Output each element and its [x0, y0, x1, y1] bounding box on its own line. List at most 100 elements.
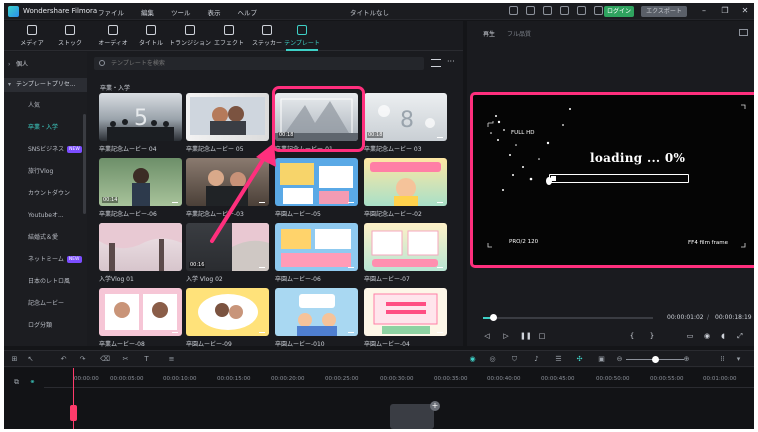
- info-icon[interactable]: [577, 6, 586, 15]
- download-icon[interactable]: [348, 262, 354, 268]
- text-tool-icon[interactable]: T: [142, 355, 151, 364]
- timeline[interactable]: ⧉ ⚭ 00:00:00 00:00:05:00 00:00:10:00 00:…: [4, 368, 754, 429]
- restore-icon[interactable]: ❐: [720, 6, 730, 16]
- tab-titles[interactable]: タイトル: [129, 25, 173, 47]
- marker-icon[interactable]: ▣: [597, 355, 606, 364]
- template-search[interactable]: [94, 57, 424, 70]
- pause-icon[interactable]: ❚❚: [520, 332, 532, 340]
- step-back-icon[interactable]: ◁: [483, 332, 491, 340]
- sidebar-item-graduation[interactable]: 卒業・入学: [4, 121, 87, 135]
- record-icon[interactable]: ◎: [488, 355, 497, 364]
- select-tool-icon[interactable]: ↖: [26, 355, 35, 364]
- sidebar-item-popular[interactable]: 人気: [4, 99, 87, 113]
- tab-templates[interactable]: テンプレート: [280, 25, 324, 47]
- cut-icon[interactable]: ✂: [121, 355, 130, 364]
- sidebar-item-countdown[interactable]: カウントダウン: [4, 187, 87, 201]
- add-media-icon[interactable]: +: [430, 401, 440, 411]
- download-icon[interactable]: [259, 262, 265, 268]
- add-track-icon[interactable]: ⧉: [12, 378, 21, 387]
- sidebar-item-japanese-retro[interactable]: 日本のレトロ風: [4, 275, 87, 289]
- video-preview[interactable]: FULL HD PRO/2 120 FF4 film frame loading…: [470, 92, 754, 268]
- download-icon[interactable]: [437, 327, 443, 333]
- template-card[interactable]: 00:14 卒業記念ムービー-06: [99, 158, 182, 218]
- tab-transitions[interactable]: トランジション: [168, 25, 212, 47]
- menu-view[interactable]: 表示: [208, 7, 221, 17]
- sidebar-scrollbar[interactable]: [83, 114, 86, 214]
- export-button[interactable]: エクスポート: [641, 6, 687, 17]
- menu-file[interactable]: ファイル: [98, 7, 124, 17]
- template-card[interactable]: 卒園ムービー-010: [275, 288, 358, 348]
- delete-icon[interactable]: ⌫: [100, 355, 110, 364]
- download-icon[interactable]: [172, 197, 178, 203]
- sidebar-item-wedding[interactable]: 結婚式＆愛: [4, 231, 87, 245]
- download-icon[interactable]: [348, 197, 354, 203]
- render-icon[interactable]: ◉: [468, 355, 477, 364]
- camera-icon[interactable]: ◉: [703, 332, 711, 340]
- minimize-icon[interactable]: –: [699, 6, 709, 16]
- template-card[interactable]: 卒園ムービー-06: [275, 223, 358, 283]
- template-card[interactable]: 卒園ムービー-05: [275, 158, 358, 218]
- timeline-ruler[interactable]: 00:00:00 00:00:05:00 00:00:10:00 00:00:1…: [44, 374, 754, 388]
- play-icon[interactable]: ▷: [502, 332, 510, 340]
- grid-icon[interactable]: ⁞⁞: [718, 355, 727, 364]
- redo-icon[interactable]: ↷: [78, 355, 87, 364]
- playback-progress[interactable]: [483, 314, 653, 321]
- menu-edit[interactable]: 編集: [141, 7, 154, 17]
- template-card[interactable]: 卒園記念ムービー-02: [364, 158, 447, 218]
- zoom-in-icon[interactable]: ⊕: [682, 355, 691, 364]
- zoom-out-icon[interactable]: ⊖: [615, 355, 624, 364]
- more-tools-icon[interactable]: ≡: [167, 355, 176, 364]
- audio-mix-icon[interactable]: ☰: [554, 355, 563, 364]
- search-input[interactable]: [111, 58, 411, 69]
- sidebar-item-travel-vlog[interactable]: 旅行Vlog: [4, 165, 87, 179]
- download-icon[interactable]: [437, 197, 443, 203]
- menu-help[interactable]: ヘルプ: [238, 7, 258, 17]
- snapshot-icon[interactable]: [739, 29, 748, 36]
- more-options-icon[interactable]: ···: [447, 57, 455, 66]
- shield-icon[interactable]: ⛉: [510, 355, 519, 364]
- fullscreen-icon[interactable]: ⤢: [736, 332, 744, 340]
- sidebar-item-template-presets[interactable]: ▾ テンプレートプリセ...: [4, 78, 87, 92]
- cloud-icon[interactable]: [543, 6, 552, 15]
- download-icon[interactable]: [259, 327, 265, 333]
- filter-icon[interactable]: [431, 59, 441, 67]
- menu-tools[interactable]: ツール: [171, 7, 191, 17]
- settings-dropdown-icon[interactable]: ▾: [734, 355, 743, 364]
- template-card[interactable]: 卒業ムービー-08: [99, 288, 182, 348]
- undo-icon[interactable]: ↶: [59, 355, 68, 364]
- display-icon[interactable]: ▭: [686, 332, 694, 340]
- stop-icon[interactable]: □: [538, 332, 546, 340]
- download-icon[interactable]: [437, 262, 443, 268]
- download-icon[interactable]: [437, 132, 443, 138]
- volume-icon[interactable]: ◖: [719, 332, 727, 340]
- template-card[interactable]: 5 卒業記念ムービー 04: [99, 93, 182, 153]
- link-icon[interactable]: ⚭: [28, 378, 37, 387]
- download-icon[interactable]: [348, 327, 354, 333]
- close-icon[interactable]: ✕: [740, 6, 750, 16]
- sidebar-item-log[interactable]: ログ分類: [4, 319, 87, 333]
- sidebar-item-personal[interactable]: › 個人: [4, 58, 87, 72]
- sidebar-item-sns-business[interactable]: SNSビジネス NEW: [4, 143, 87, 157]
- headset-icon[interactable]: [560, 6, 569, 15]
- download-icon[interactable]: [594, 6, 603, 15]
- mic-icon[interactable]: ♪: [532, 355, 541, 364]
- download-icon[interactable]: [172, 327, 178, 333]
- template-card[interactable]: 卒園ムービー-07: [364, 223, 447, 283]
- mark-out-icon[interactable]: }: [648, 332, 656, 340]
- template-card[interactable]: 卒園ムービー-04: [364, 288, 447, 348]
- media-drop-zone[interactable]: [390, 404, 434, 429]
- quality-select[interactable]: フル品質: [507, 29, 531, 38]
- template-card[interactable]: 卒園ムービー-09: [186, 288, 269, 348]
- layout-icon[interactable]: ⊞: [10, 355, 19, 364]
- login-button[interactable]: ログイン: [604, 6, 634, 17]
- tab-stock[interactable]: ストック: [48, 25, 92, 47]
- device-icon[interactable]: [526, 6, 535, 15]
- save-icon[interactable]: [509, 6, 518, 15]
- sidebar-item-net-meme[interactable]: ネットミーム NEW: [4, 253, 87, 267]
- template-card[interactable]: 8 00:18 卒業記念ムービー 03: [364, 93, 447, 153]
- mark-in-icon[interactable]: {: [628, 332, 636, 340]
- template-card[interactable]: 入学Vlog 01: [99, 223, 182, 283]
- playhead-handle[interactable]: [70, 405, 77, 421]
- snap-icon[interactable]: ✣: [575, 355, 584, 364]
- zoom-slider-knob[interactable]: [652, 356, 659, 363]
